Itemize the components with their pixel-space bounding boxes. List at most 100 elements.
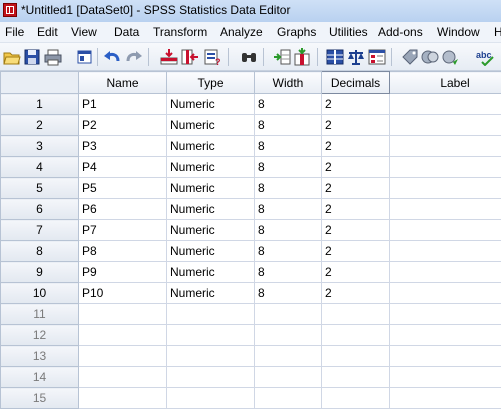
cell-name[interactable]: P10 bbox=[78, 282, 167, 304]
cell-width[interactable]: 8 bbox=[254, 261, 322, 283]
cell-decimals[interactable]: 2 bbox=[321, 282, 390, 304]
weight-cases-icon[interactable] bbox=[347, 48, 365, 66]
cell-decimals[interactable]: 2 bbox=[321, 135, 390, 157]
row-header[interactable]: 7 bbox=[0, 219, 79, 241]
cell-name[interactable]: P4 bbox=[78, 156, 167, 178]
menu-transform[interactable]: Transform bbox=[153, 25, 207, 39]
cell-label[interactable] bbox=[389, 282, 501, 304]
cell-name[interactable]: P6 bbox=[78, 198, 167, 220]
cell-decimals[interactable]: 2 bbox=[321, 240, 390, 262]
corner-cell[interactable] bbox=[0, 71, 79, 94]
cell-decimals[interactable]: 2 bbox=[321, 219, 390, 241]
cell-decimals[interactable] bbox=[321, 387, 390, 409]
row-header[interactable]: 10 bbox=[0, 282, 79, 304]
cell-label[interactable] bbox=[389, 219, 501, 241]
cell-label[interactable] bbox=[389, 114, 501, 136]
cell-label[interactable] bbox=[389, 156, 501, 178]
cell-label[interactable] bbox=[389, 324, 501, 346]
cell-decimals[interactable]: 2 bbox=[321, 156, 390, 178]
cell-name[interactable] bbox=[78, 345, 167, 367]
row-header[interactable]: 12 bbox=[0, 324, 79, 346]
goto-case-icon[interactable] bbox=[160, 48, 178, 66]
cell-type[interactable]: Numeric bbox=[166, 156, 255, 178]
cell-type[interactable]: Numeric bbox=[166, 114, 255, 136]
row-header[interactable]: 2 bbox=[0, 114, 79, 136]
column-header-decimals[interactable]: Decimals bbox=[321, 71, 390, 94]
column-header-name[interactable]: Name bbox=[78, 71, 167, 94]
cell-type[interactable]: Numeric bbox=[166, 177, 255, 199]
cell-type[interactable] bbox=[166, 366, 255, 388]
column-header-label[interactable]: Label bbox=[389, 71, 501, 94]
row-header[interactable]: 13 bbox=[0, 345, 79, 367]
row-header[interactable]: 5 bbox=[0, 177, 79, 199]
menu-utilities[interactable]: Utilities bbox=[329, 25, 368, 39]
cell-type[interactable] bbox=[166, 303, 255, 325]
spss-app-icon[interactable] bbox=[3, 3, 17, 17]
row-header[interactable]: 1 bbox=[0, 93, 79, 115]
row-header[interactable]: 14 bbox=[0, 366, 79, 388]
goto-variable-icon[interactable] bbox=[181, 48, 199, 66]
cell-type[interactable]: Numeric bbox=[166, 261, 255, 283]
cell-width[interactable]: 8 bbox=[254, 114, 322, 136]
column-header-type[interactable]: Type bbox=[166, 71, 255, 94]
row-header[interactable]: 9 bbox=[0, 261, 79, 283]
find-icon[interactable] bbox=[240, 48, 258, 66]
cell-type[interactable] bbox=[166, 345, 255, 367]
row-header[interactable]: 4 bbox=[0, 156, 79, 178]
save-icon[interactable] bbox=[23, 48, 41, 66]
cell-decimals[interactable] bbox=[321, 303, 390, 325]
cell-label[interactable] bbox=[389, 303, 501, 325]
cell-width[interactable]: 8 bbox=[254, 93, 322, 115]
cell-label[interactable] bbox=[389, 198, 501, 220]
menu-graphs[interactable]: Graphs bbox=[277, 25, 316, 39]
cell-width[interactable] bbox=[254, 387, 322, 409]
menu-add-ons[interactable]: Add-ons bbox=[378, 25, 423, 39]
menu-help[interactable]: H bbox=[494, 25, 501, 39]
column-header-width[interactable]: Width bbox=[254, 71, 322, 94]
cell-name[interactable]: P7 bbox=[78, 219, 167, 241]
split-file-icon[interactable] bbox=[326, 48, 344, 66]
cell-label[interactable] bbox=[389, 345, 501, 367]
cell-width[interactable] bbox=[254, 303, 322, 325]
cell-decimals[interactable] bbox=[321, 345, 390, 367]
cell-decimals[interactable]: 2 bbox=[321, 93, 390, 115]
menu-file[interactable]: File bbox=[5, 25, 24, 39]
cell-name[interactable]: P5 bbox=[78, 177, 167, 199]
variables-icon[interactable]: ? bbox=[203, 48, 221, 67]
cell-decimals[interactable]: 2 bbox=[321, 198, 390, 220]
value-labels-icon[interactable] bbox=[401, 48, 419, 66]
undo-icon[interactable] bbox=[103, 48, 121, 66]
cell-width[interactable]: 8 bbox=[254, 177, 322, 199]
cell-width[interactable]: 8 bbox=[254, 240, 322, 262]
row-header[interactable]: 3 bbox=[0, 135, 79, 157]
cell-decimals[interactable]: 2 bbox=[321, 261, 390, 283]
cell-width[interactable]: 8 bbox=[254, 198, 322, 220]
cell-width[interactable]: 8 bbox=[254, 219, 322, 241]
cell-label[interactable] bbox=[389, 240, 501, 262]
cell-width[interactable]: 8 bbox=[254, 282, 322, 304]
cell-label[interactable] bbox=[389, 135, 501, 157]
row-header[interactable]: 8 bbox=[0, 240, 79, 262]
cell-type[interactable]: Numeric bbox=[166, 219, 255, 241]
cell-name[interactable]: P9 bbox=[78, 261, 167, 283]
cell-name[interactable] bbox=[78, 303, 167, 325]
menu-window[interactable]: Window bbox=[437, 25, 480, 39]
cell-type[interactable]: Numeric bbox=[166, 135, 255, 157]
menu-view[interactable]: View bbox=[71, 25, 97, 39]
cell-name[interactable] bbox=[78, 366, 167, 388]
insert-variable-icon[interactable] bbox=[293, 48, 311, 66]
cell-type[interactable]: Numeric bbox=[166, 198, 255, 220]
cell-width[interactable] bbox=[254, 324, 322, 346]
cell-decimals[interactable]: 2 bbox=[321, 177, 390, 199]
dialog-recall-icon[interactable] bbox=[76, 48, 94, 66]
cell-name[interactable]: P3 bbox=[78, 135, 167, 157]
cell-decimals[interactable]: 2 bbox=[321, 114, 390, 136]
row-header[interactable]: 6 bbox=[0, 198, 79, 220]
cell-name[interactable]: P1 bbox=[78, 93, 167, 115]
cell-width[interactable] bbox=[254, 345, 322, 367]
cell-label[interactable] bbox=[389, 366, 501, 388]
cell-decimals[interactable] bbox=[321, 324, 390, 346]
redo-icon[interactable] bbox=[125, 48, 143, 66]
open-icon[interactable] bbox=[3, 48, 21, 66]
cell-width[interactable]: 8 bbox=[254, 135, 322, 157]
